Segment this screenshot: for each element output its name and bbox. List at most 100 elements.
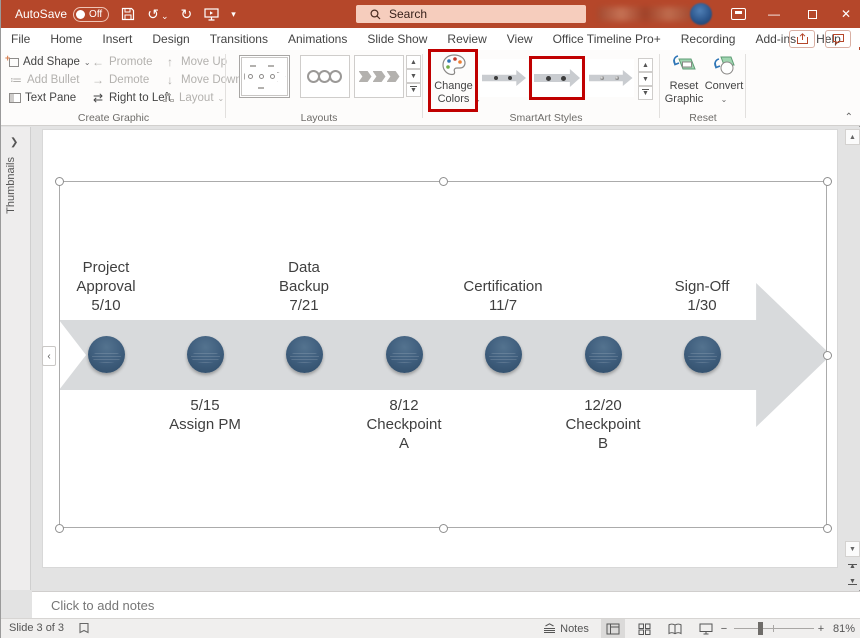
right-to-left-button[interactable]: ⇄ Right to Left xyxy=(91,90,171,106)
close-button[interactable]: ✕ xyxy=(829,0,860,28)
layouts-scroll-down-button[interactable]: ▼ xyxy=(406,69,421,83)
layout-option-circle-process[interactable] xyxy=(300,55,350,98)
styles-scroll-down-button[interactable]: ▼ xyxy=(638,72,653,86)
autosave-toggle[interactable]: Off xyxy=(73,7,109,22)
powerpoint-window: AutoSave Off ↺⌄ ↻ ▾ Search — ✕ File Home xyxy=(0,0,860,638)
tab-home[interactable]: Home xyxy=(40,28,92,50)
change-colors-button[interactable]: Change Colors ⌄ xyxy=(431,53,476,119)
undo-caret-icon[interactable]: ⌄ xyxy=(161,11,169,21)
convert-icon xyxy=(711,53,737,77)
layout-option-chevron-process[interactable] xyxy=(354,55,404,98)
resize-handle-bottom-left[interactable] xyxy=(55,524,64,533)
user-name-redacted xyxy=(598,7,692,21)
tab-insert[interactable]: Insert xyxy=(92,28,142,50)
tab-recording[interactable]: Recording xyxy=(671,28,746,50)
smartart-style-option-2-selected[interactable] xyxy=(532,58,582,98)
layout-icon xyxy=(163,93,175,103)
smartart-selection-border[interactable] xyxy=(59,181,827,528)
search-input[interactable]: Search xyxy=(356,5,586,23)
zoom-level[interactable]: 81% xyxy=(829,619,859,638)
add-shape-button[interactable]: + Add Shape ⌄ xyxy=(9,54,91,70)
layout-button[interactable]: Layout ⌄ xyxy=(163,90,224,106)
ribbon-display-options-icon[interactable] xyxy=(731,8,746,20)
collapse-ribbon-icon[interactable]: ⌃ xyxy=(845,112,853,123)
notes-pane[interactable]: Click to add notes xyxy=(32,591,860,618)
tab-office-timeline-pro[interactable]: Office Timeline Pro+ xyxy=(543,28,671,50)
notes-toggle-button[interactable]: Notes xyxy=(541,619,591,638)
tab-slide-show[interactable]: Slide Show xyxy=(357,28,437,50)
zoom-in-button[interactable]: + xyxy=(814,619,828,638)
tab-animations[interactable]: Animations xyxy=(278,28,357,50)
resize-handle-top-right[interactable] xyxy=(823,177,832,186)
layouts-more-button[interactable]: ▼ xyxy=(406,83,421,97)
group-divider xyxy=(225,54,226,118)
tab-transitions[interactable]: Transitions xyxy=(200,28,278,50)
zoom-slider-track[interactable] xyxy=(734,628,814,629)
resize-handle-bottom-right[interactable] xyxy=(823,524,832,533)
move-down-button[interactable]: ↓ Move Down xyxy=(163,72,242,88)
reset-graphic-button[interactable]: Reset Graphic xyxy=(663,53,705,106)
notes-icon xyxy=(543,623,556,634)
demote-button[interactable]: → Demote xyxy=(91,72,149,88)
layout-caret-icon: ⌄ xyxy=(218,94,225,103)
comments-button[interactable] xyxy=(825,30,851,48)
zoom-slider-thumb[interactable] xyxy=(758,622,763,635)
thumbnails-pane-label: Thumbnails xyxy=(5,157,17,214)
add-bullet-button[interactable]: ≔ Add Bullet xyxy=(9,72,79,88)
view-slide-sorter-button[interactable] xyxy=(632,619,656,638)
resize-handle-middle-right[interactable] xyxy=(823,351,832,360)
convert-button[interactable]: Convert ⌄ xyxy=(705,53,743,106)
styles-scroll-up-button[interactable]: ▲ xyxy=(638,58,653,72)
thumbnails-pane-collapsed[interactable]: ❯ Thumbnails xyxy=(1,127,31,590)
view-normal-button[interactable] xyxy=(601,619,625,638)
zoom-out-button[interactable]: − xyxy=(717,619,731,638)
styles-more-button[interactable]: ▼ xyxy=(638,86,653,100)
accessibility-checker-icon[interactable] xyxy=(78,622,90,634)
add-shape-label: Add Shape xyxy=(23,56,80,68)
promote-icon: ← xyxy=(91,55,105,69)
user-avatar[interactable] xyxy=(690,3,712,25)
tab-design[interactable]: Design xyxy=(142,28,199,50)
tab-smartart-design[interactable]: SmartArt Design xyxy=(851,28,860,50)
add-shape-icon: + xyxy=(9,58,19,67)
undo-icon[interactable]: ↺⌄ xyxy=(147,7,168,21)
scroll-up-button[interactable]: ▲ xyxy=(845,129,860,145)
pane-splitter-button[interactable]: ‹ xyxy=(42,346,56,366)
start-presentation-icon[interactable] xyxy=(204,8,219,21)
resize-handle-top-left[interactable] xyxy=(55,177,64,186)
search-icon xyxy=(370,9,381,20)
layout-option-basic-timeline[interactable] xyxy=(239,55,290,98)
text-pane-button[interactable]: Text Pane xyxy=(9,90,76,106)
move-down-label: Move Down xyxy=(181,74,242,86)
scroll-down-button[interactable]: ▼ xyxy=(845,541,860,557)
next-slide-button[interactable]: ▼ xyxy=(846,575,859,589)
add-bullet-icon: ≔ xyxy=(9,73,23,87)
promote-button[interactable]: ← Promote xyxy=(91,54,152,70)
smartart-style-option-1[interactable] xyxy=(479,58,529,98)
view-reading-button[interactable] xyxy=(663,619,687,638)
reset-graphic-label: Reset Graphic xyxy=(665,80,704,106)
resize-handle-bottom-center[interactable] xyxy=(439,524,448,533)
tab-review[interactable]: Review xyxy=(437,28,496,50)
save-icon[interactable] xyxy=(121,7,135,21)
layouts-scroll-up-button[interactable]: ▲ xyxy=(406,55,421,69)
group-label-layouts: Layouts xyxy=(259,112,379,124)
title-bar: AutoSave Off ↺⌄ ↻ ▾ Search — ✕ xyxy=(1,0,860,28)
previous-slide-button[interactable]: ▲ xyxy=(846,559,859,573)
redo-icon[interactable]: ↻ xyxy=(180,7,192,21)
promote-label: Promote xyxy=(109,56,152,68)
minimize-button[interactable]: — xyxy=(757,0,791,28)
smartart-style-option-3[interactable] xyxy=(586,58,635,98)
autosave-label: AutoSave xyxy=(15,7,67,21)
view-slideshow-button[interactable] xyxy=(694,619,718,638)
tab-view[interactable]: View xyxy=(497,28,543,50)
tab-file[interactable]: File xyxy=(1,28,40,50)
share-button[interactable] xyxy=(789,30,815,48)
slide-indicator[interactable]: Slide 3 of 3 xyxy=(9,622,64,634)
maximize-button[interactable] xyxy=(795,0,829,28)
expand-thumbnails-icon[interactable]: ❯ xyxy=(10,137,18,148)
quick-access-customize-icon[interactable]: ▾ xyxy=(231,10,236,19)
resize-handle-top-center[interactable] xyxy=(439,177,448,186)
move-up-button[interactable]: ↑ Move Up xyxy=(163,54,227,70)
group-divider xyxy=(422,54,423,118)
